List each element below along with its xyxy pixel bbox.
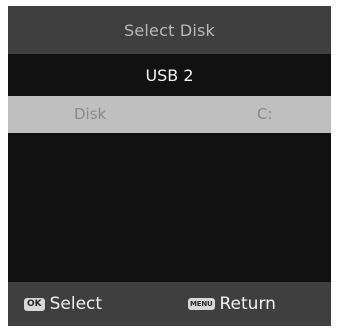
disk-label: Disk bbox=[74, 105, 107, 123]
screen-title-text: Select Disk bbox=[123, 20, 215, 40]
footer-bar: OK Select MENU Return bbox=[8, 282, 331, 326]
device-name: USB 2 bbox=[8, 54, 331, 96]
screen-title: Select Disk bbox=[8, 6, 331, 54]
disk-value: C: bbox=[257, 105, 273, 123]
return-hint-label: Return bbox=[219, 294, 276, 314]
camera-screen: Select Disk USB 2 Disk C: OK Select MENU… bbox=[8, 6, 331, 326]
select-hint[interactable]: OK Select bbox=[24, 282, 102, 326]
ok-button-icon: OK bbox=[24, 297, 45, 311]
return-hint[interactable]: MENU Return bbox=[188, 282, 276, 326]
select-hint-label: Select bbox=[49, 294, 103, 314]
device-name-text: USB 2 bbox=[145, 65, 194, 85]
menu-button-icon: MENU bbox=[188, 298, 215, 310]
disk-list-item[interactable]: Disk C: bbox=[8, 96, 331, 133]
